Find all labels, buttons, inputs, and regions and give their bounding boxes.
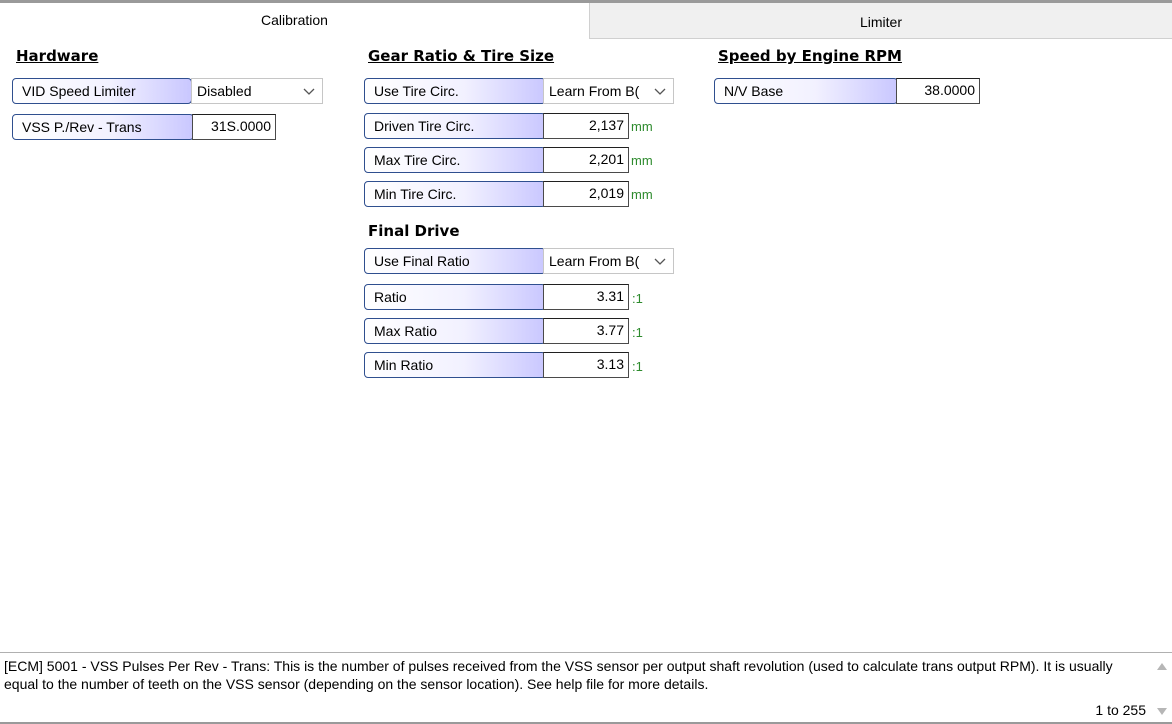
ratio-label: Ratio [364, 284, 546, 310]
scroll-down-arrow-icon[interactable] [1157, 708, 1167, 715]
vid-speed-limiter-value: Disabled [197, 83, 252, 99]
ratio-unit: :1 [632, 291, 643, 306]
tab-strip: Calibration Limiter [0, 3, 1172, 39]
min-ratio-label: Min Ratio [364, 352, 546, 378]
vid-speed-limiter-label: VID Speed Limiter [12, 78, 192, 104]
vss-pulses-field[interactable]: 31S.0000 [192, 114, 276, 140]
max-tire-circ-label: Max Tire Circ. [364, 147, 546, 173]
tab-limiter[interactable]: Limiter [590, 3, 1172, 39]
use-final-ratio-dropdown[interactable]: Learn From B( [543, 248, 674, 274]
min-ratio-field[interactable]: 3.13 [543, 352, 629, 378]
min-tire-circ-label: Min Tire Circ. [364, 181, 546, 207]
vid-speed-limiter-dropdown[interactable]: Disabled [191, 78, 323, 104]
max-ratio-unit: :1 [632, 325, 643, 340]
min-ratio-unit: :1 [632, 359, 643, 374]
help-scrollbar[interactable] [1152, 653, 1172, 724]
chevron-down-icon [654, 258, 666, 265]
max-tire-circ-field[interactable]: 2,201 [543, 147, 629, 173]
min-tire-circ-field[interactable]: 2,019 [543, 181, 629, 207]
use-final-ratio-value: Learn From B( [549, 253, 640, 269]
nv-base-field[interactable]: 38.0000 [896, 78, 980, 104]
tab-calibration[interactable]: Calibration [0, 3, 590, 39]
nv-base-label: N/V Base [714, 78, 898, 104]
chevron-down-icon [654, 88, 666, 95]
ratio-field[interactable]: 3.31 [543, 284, 629, 310]
help-description-panel: [ECM] 5001 - VSS Pulses Per Rev - Trans:… [0, 652, 1172, 724]
use-tire-circ-label: Use Tire Circ. [364, 78, 546, 104]
driven-tire-circ-field[interactable]: 2,137 [543, 113, 629, 139]
use-tire-circ-value: Learn From B( [549, 83, 640, 99]
use-tire-circ-dropdown[interactable]: Learn From B( [543, 78, 674, 104]
help-description-text: [ECM] 5001 - VSS Pulses Per Rev - Trans:… [4, 658, 1113, 692]
chevron-down-icon [303, 88, 315, 95]
scroll-up-arrow-icon[interactable] [1157, 663, 1167, 670]
section-title-hardware: Hardware [16, 47, 99, 65]
section-title-speed-rpm: Speed by Engine RPM [718, 47, 902, 65]
driven-tire-circ-unit: mm [631, 119, 653, 134]
vss-pulses-label: VSS P./Rev - Trans [12, 114, 194, 140]
min-tire-circ-unit: mm [631, 187, 653, 202]
section-title-final-drive: Final Drive [368, 222, 460, 240]
max-ratio-label: Max Ratio [364, 318, 546, 344]
use-final-ratio-label: Use Final Ratio [364, 248, 546, 274]
driven-tire-circ-label: Driven Tire Circ. [364, 113, 546, 139]
valid-range-text: 1 to 255 [1095, 702, 1146, 718]
max-ratio-field[interactable]: 3.77 [543, 318, 629, 344]
section-title-gear-tire: Gear Ratio & Tire Size [368, 47, 555, 65]
max-tire-circ-unit: mm [631, 153, 653, 168]
